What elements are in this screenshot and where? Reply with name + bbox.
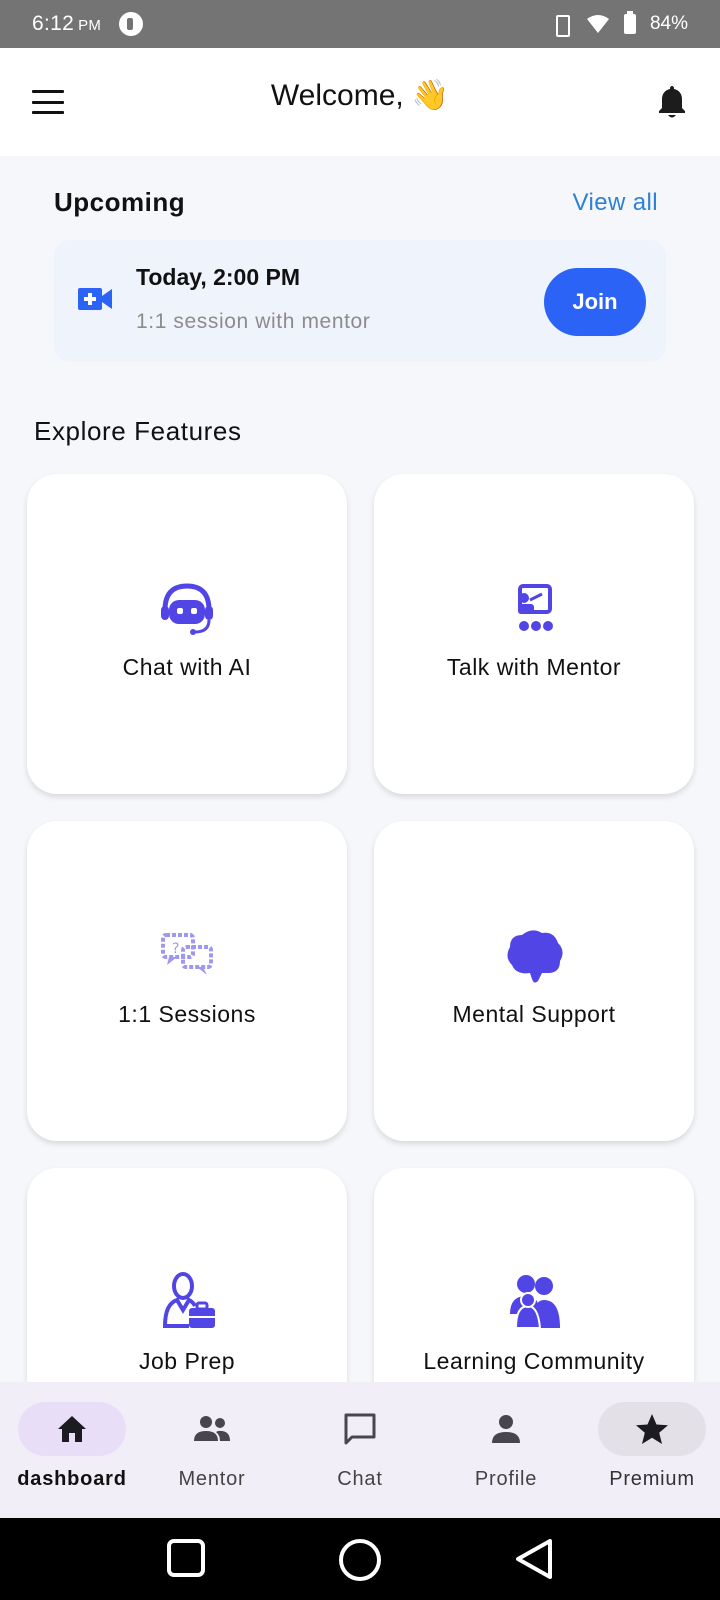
ai-chatbot-icon xyxy=(161,583,213,635)
video-camera-icon xyxy=(78,288,112,310)
session-time: Today, 2:00 PM xyxy=(136,264,301,290)
nav-label-mentor: Mentor xyxy=(178,1468,246,1490)
app-screen: 6:12 PM 84% Welcome, 👋 Upcoming View all T… xyxy=(0,0,720,1600)
app-notification-icon xyxy=(119,12,144,36)
nav-item-premium[interactable]: Premium xyxy=(580,1382,720,1518)
nav-active-indicator xyxy=(18,1402,126,1456)
explore-heading: Explore Features xyxy=(34,416,242,446)
wifi-icon xyxy=(586,15,609,33)
star-icon xyxy=(636,1414,668,1444)
vibrate-icon xyxy=(550,14,572,37)
nav-item-dashboard[interactable]: dashboard xyxy=(0,1382,144,1518)
status-bar: 6:12 PM 84% xyxy=(0,0,720,48)
welcome-title: Welcome, 👋 xyxy=(270,79,450,112)
people-icon xyxy=(194,1416,230,1441)
feature-card-mental-support[interactable]: Mental Support xyxy=(374,821,694,1141)
person-icon xyxy=(492,1415,520,1443)
feature-label: Chat with AI xyxy=(122,654,252,680)
system-navigation-bar xyxy=(0,1518,720,1600)
battery-percent: 84% xyxy=(649,13,688,34)
upcoming-session-card[interactable]: Today, 2:00 PM 1:1 session with mentor J… xyxy=(54,240,666,362)
feature-label: Learning Community xyxy=(423,1348,645,1374)
bottom-navigation-bar: dashboard Mentor Chat Profile Premium xyxy=(0,1382,720,1518)
feature-label: Talk with Mentor xyxy=(446,654,622,680)
nav-label-profile: Profile xyxy=(474,1468,538,1490)
status-indicators: 84% xyxy=(550,11,688,37)
feature-label: Job Prep xyxy=(138,1348,236,1374)
nav-item-mentor[interactable]: Mentor xyxy=(140,1382,284,1518)
app-header: Welcome, 👋 xyxy=(0,48,720,156)
nav-item-chat[interactable]: Chat xyxy=(288,1382,432,1518)
feature-card-talk-with-mentor[interactable]: Talk with Mentor xyxy=(374,474,694,794)
nav-label-dashboard: dashboard xyxy=(17,1468,127,1490)
job-briefcase-icon xyxy=(163,1272,215,1328)
mentor-presentation-icon xyxy=(518,584,553,631)
session-description: 1:1 session with mentor xyxy=(136,310,371,333)
recents-square-icon[interactable] xyxy=(166,1538,206,1578)
home-circle-icon[interactable] xyxy=(338,1538,382,1582)
feature-label: 1:1 Sessions xyxy=(118,1001,256,1027)
notification-bell-icon[interactable] xyxy=(656,84,688,120)
chat-icon xyxy=(344,1413,376,1445)
status-time: 6:12 PM xyxy=(32,12,102,35)
nav-label-premium: Premium xyxy=(609,1468,695,1490)
svg-text:?: ? xyxy=(172,941,179,957)
battery-icon xyxy=(623,11,636,34)
upcoming-heading: Upcoming xyxy=(54,187,186,217)
view-all-link[interactable]: View all xyxy=(573,189,658,217)
home-icon xyxy=(58,1416,86,1442)
nav-item-profile[interactable]: Profile xyxy=(434,1382,578,1518)
nav-label-chat: Chat xyxy=(337,1468,383,1490)
community-group-icon xyxy=(510,1275,560,1329)
feature-label: Mental Support xyxy=(452,1001,616,1027)
wave-emoji: 👋 xyxy=(411,79,450,112)
feature-card-chat-with-ai[interactable]: Chat with AI xyxy=(27,474,347,794)
join-button[interactable]: Join xyxy=(544,268,646,336)
chat-bubbles-icon: ? xyxy=(161,933,213,975)
back-triangle-icon[interactable] xyxy=(514,1538,554,1580)
brain-icon xyxy=(507,930,563,983)
feature-card-sessions[interactable]: ? 1:1 Sessions xyxy=(27,821,347,1141)
